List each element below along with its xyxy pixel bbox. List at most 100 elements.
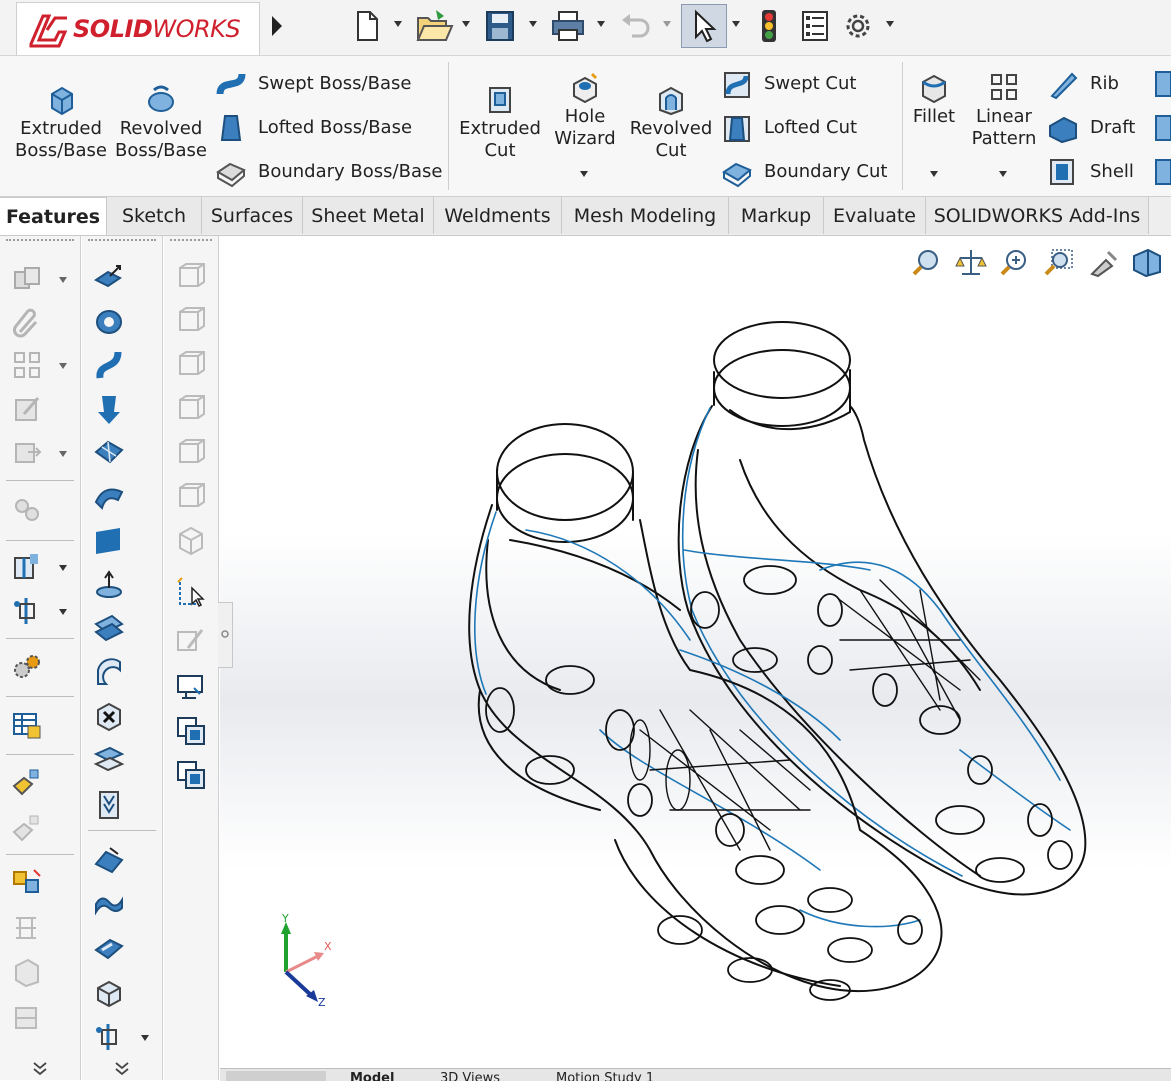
linear-pattern-button[interactable]: Linear Pattern — [964, 70, 1044, 150]
assembly-dropdown-icon[interactable] — [58, 276, 68, 284]
zoom-area-icon[interactable] — [998, 246, 1032, 280]
toolbar-grip[interactable] — [88, 239, 156, 245]
axis-plane-icon[interactable] — [10, 594, 44, 628]
bottom-view-icon[interactable] — [174, 480, 208, 514]
bill-of-materials-icon[interactable] — [10, 708, 44, 742]
tab-solidworks-add-ins[interactable]: SOLIDWORKS Add-Ins — [926, 197, 1149, 234]
toolbar-grip[interactable] — [170, 239, 212, 245]
open-dropdown-icon[interactable] — [461, 20, 471, 28]
tab-mesh-modeling[interactable]: Mesh Modeling — [562, 197, 729, 234]
paperclip-icon[interactable] — [10, 306, 44, 340]
weldments-icon[interactable] — [10, 1000, 44, 1034]
tab-sheet-metal[interactable]: Sheet Metal — [303, 197, 434, 234]
move-component-icon[interactable] — [10, 436, 44, 470]
undo-dropdown-icon[interactable] — [662, 20, 672, 28]
linear-pattern-dropdown-icon[interactable] — [997, 170, 1009, 178]
save-icon[interactable] — [482, 6, 518, 46]
rebuild-traffic-light-icon[interactable] — [756, 6, 782, 46]
paste-view-icon[interactable] — [174, 758, 208, 792]
smart-mates-icon[interactable] — [10, 812, 44, 846]
hole-wizard-dropdown-icon[interactable] — [578, 170, 590, 178]
structure-system-icon[interactable] — [10, 912, 44, 946]
options-gear-icon[interactable] — [840, 6, 876, 46]
revolve-icon[interactable] — [92, 304, 126, 338]
options-dropdown-icon[interactable] — [885, 20, 895, 28]
print-dropdown-icon[interactable] — [596, 20, 606, 28]
extruded-cut-button[interactable]: Extruded Cut — [454, 82, 546, 162]
boundary-cut-button[interactable]: Boundary Cut — [720, 154, 887, 190]
smart-fasteners-icon[interactable] — [10, 766, 44, 800]
replace-face-icon[interactable] — [92, 744, 126, 778]
tab-markup[interactable]: Markup — [729, 197, 824, 234]
gear-mates-icon[interactable] — [10, 650, 44, 684]
ruled-surface-icon[interactable] — [92, 612, 126, 646]
draft-button[interactable]: Draft — [1046, 110, 1135, 146]
print-icon[interactable] — [550, 6, 586, 46]
tab-evaluate[interactable]: Evaluate — [824, 197, 926, 234]
right-view-icon[interactable] — [174, 392, 208, 426]
solidworks-logo[interactable]: SOLIDWORKS — [16, 2, 260, 55]
select-dropdown-icon[interactable] — [731, 20, 741, 28]
sheet-metal-icon[interactable] — [10, 956, 44, 990]
move-dropdown-icon[interactable] — [58, 450, 68, 458]
feature-tree-flyout-tab[interactable] — [218, 602, 233, 668]
fillet-dropdown-icon[interactable] — [928, 170, 940, 178]
front-view-icon[interactable] — [174, 260, 208, 294]
offset-surface-icon[interactable] — [92, 568, 126, 602]
tab-weldments[interactable]: Weldments — [434, 197, 562, 234]
tab-surfaces[interactable]: Surfaces — [202, 197, 303, 234]
revolved-cut-button[interactable]: Revolved Cut — [626, 82, 716, 162]
sweep-icon[interactable] — [92, 348, 126, 382]
reference-plane-icon[interactable] — [92, 1020, 126, 1054]
extrude-icon[interactable] — [92, 260, 126, 294]
fillet-button[interactable]: Fillet — [906, 70, 962, 128]
rib-button[interactable]: Rib — [1046, 66, 1119, 102]
normal-to-icon[interactable] — [174, 576, 208, 610]
revolved-boss-button[interactable]: Revolved Boss/Base — [114, 82, 208, 162]
explode-view-icon[interactable] — [10, 492, 44, 526]
planar-surface-icon[interactable] — [92, 524, 126, 558]
hole-wizard-button[interactable]: Hole Wizard — [548, 70, 622, 150]
tab-sketch[interactable]: Sketch — [107, 197, 202, 234]
display-monitor-icon[interactable] — [174, 670, 208, 704]
boundary-boss-button[interactable]: Boundary Boss/Base — [214, 154, 442, 190]
file-properties-icon[interactable] — [798, 6, 832, 46]
axis-dropdown-icon[interactable] — [58, 608, 68, 616]
save-dropdown-icon[interactable] — [528, 20, 538, 28]
delete-face-icon[interactable] — [92, 700, 126, 734]
loft-icon[interactable] — [92, 392, 126, 426]
lofted-boss-button[interactable]: Lofted Boss/Base — [214, 110, 412, 146]
deform-icon[interactable] — [92, 888, 126, 922]
zoom-to-fit-icon[interactable] — [910, 246, 944, 280]
new-dropdown-icon[interactable] — [393, 20, 403, 28]
edit-appearance-icon[interactable] — [174, 624, 208, 658]
lofted-cut-button[interactable]: Lofted Cut — [720, 110, 857, 146]
intersect-icon[interactable] — [92, 976, 126, 1010]
select-button[interactable] — [681, 4, 727, 48]
knit-surface-icon[interactable] — [92, 788, 126, 822]
reference-geometry-icon[interactable] — [10, 550, 44, 584]
open-folder-icon[interactable] — [414, 6, 454, 46]
measure-balance-icon[interactable] — [954, 246, 988, 280]
boundary-icon[interactable] — [92, 436, 126, 470]
copy-view-icon[interactable] — [174, 714, 208, 748]
swept-cut-button[interactable]: Swept Cut — [720, 66, 856, 102]
edit-component-icon[interactable] — [10, 392, 44, 426]
left-view-icon[interactable] — [174, 348, 208, 382]
expand-chevron-icon[interactable] — [32, 1062, 48, 1076]
view-orientation-icon[interactable] — [1130, 246, 1164, 280]
reference-plane-dropdown-icon[interactable] — [140, 1034, 150, 1042]
undo-icon[interactable] — [618, 6, 652, 46]
pan-flashlight-icon[interactable] — [1086, 246, 1120, 280]
surface-sweep-icon[interactable] — [92, 480, 126, 514]
swept-boss-button[interactable]: Swept Boss/Base — [214, 66, 411, 102]
new-document-icon[interactable] — [350, 6, 384, 46]
tab-features[interactable]: Features — [0, 197, 107, 235]
assembly-icon[interactable] — [10, 262, 44, 296]
toolbar-grip[interactable] — [6, 239, 74, 245]
menu-expand-arrow-icon[interactable] — [266, 10, 288, 42]
instant3d-icon[interactable] — [10, 866, 44, 900]
back-view-icon[interactable] — [174, 304, 208, 338]
isometric-view-icon[interactable] — [174, 524, 208, 558]
fill-surface-icon[interactable] — [92, 656, 126, 690]
